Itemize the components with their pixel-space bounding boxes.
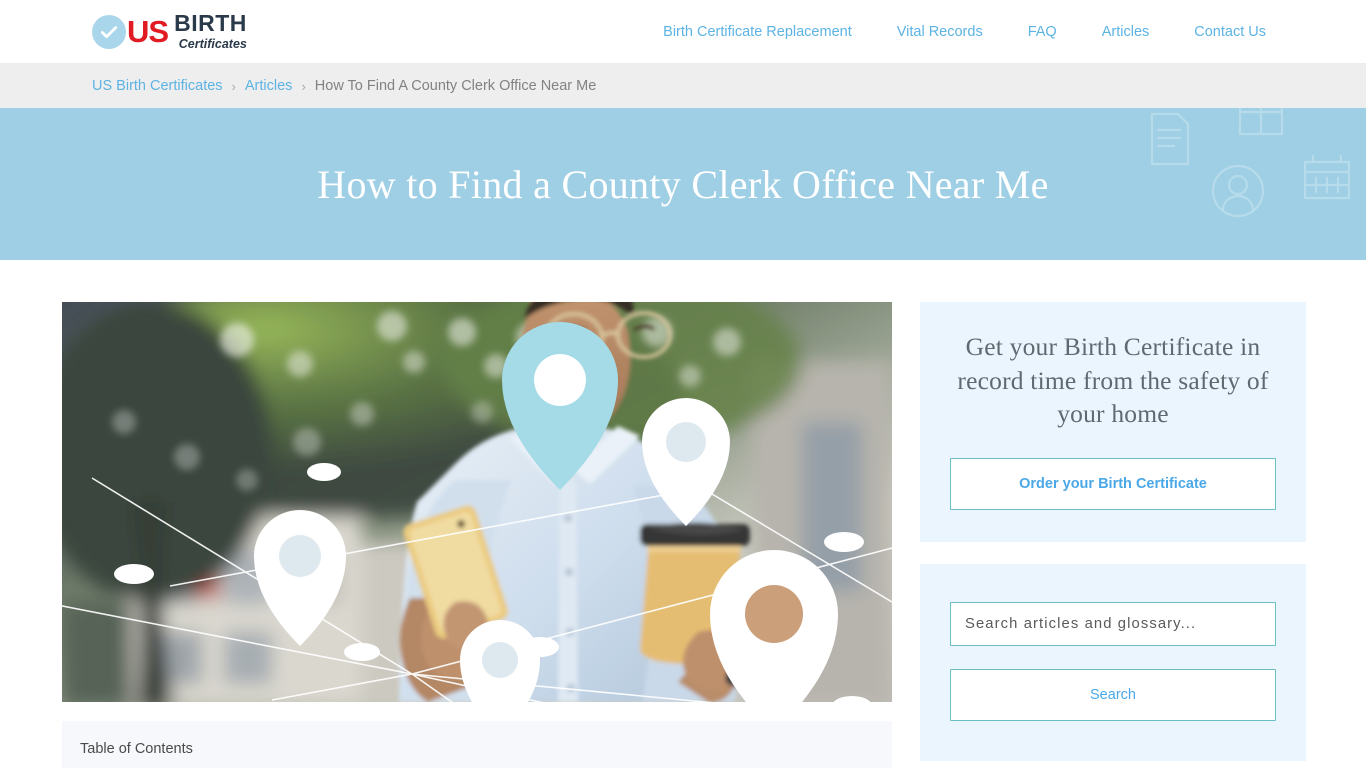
cta-title: Get your Birth Certificate in record tim… [957,332,1269,429]
logo-text-certificates: Certificates [178,37,247,52]
breadcrumb-item-current: How To Find A County Clerk Office Near M… [314,78,597,94]
sidebar: Get your Birth Certificate in record tim… [920,302,1306,768]
page-title: How to Find a County Clerk Office Near M… [317,161,1049,207]
search-card: Search [920,563,1306,761]
page-body: Table of Contents Get your Birth Certifi… [0,260,1366,768]
breadcrumb-item-articles[interactable]: Articles [245,78,293,94]
nav-item-contact-us[interactable]: Contact Us [1194,24,1266,40]
document-icon [1150,112,1190,166]
logo-text-us: US [127,14,169,49]
logo-text-birth: BIRTH [174,10,247,37]
article-hero-image [62,302,892,702]
check-circle-icon [92,14,126,49]
nav-item-vital-records[interactable]: Vital Records [897,24,983,40]
nav-item-articles[interactable]: Articles [1102,24,1150,40]
nav-item-birth-certificate-replacement[interactable]: Birth Certificate Replacement [663,24,852,40]
site-logo[interactable]: US BIRTH Certificates [92,12,247,51]
person-icon [1211,164,1265,218]
table-of-contents: Table of Contents [62,721,892,768]
primary-navigation: Birth Certificate Replacement Vital Reco… [663,24,1266,40]
search-button[interactable]: Search [950,668,1276,721]
site-header: US BIRTH Certificates Birth Certificate … [0,0,1366,64]
calendar-icon [1303,154,1351,200]
table-of-contents-title: Table of Contents [80,741,193,757]
breadcrumb-separator-icon: › [301,78,306,94]
order-birth-certificate-button[interactable]: Order your Birth Certificate [950,457,1276,510]
breadcrumb: US Birth Certificates › Articles › How T… [0,64,1366,108]
nav-item-faq[interactable]: FAQ [1028,24,1057,40]
main-column: Table of Contents [62,302,892,768]
window-icon [1238,108,1284,136]
breadcrumb-separator-icon: › [231,78,236,94]
cta-card: Get your Birth Certificate in record tim… [920,302,1306,542]
breadcrumb-item-home[interactable]: US Birth Certificates [92,78,223,94]
search-input[interactable] [950,601,1276,646]
hero-banner: How to Find a County Clerk Office Near M… [0,108,1366,260]
